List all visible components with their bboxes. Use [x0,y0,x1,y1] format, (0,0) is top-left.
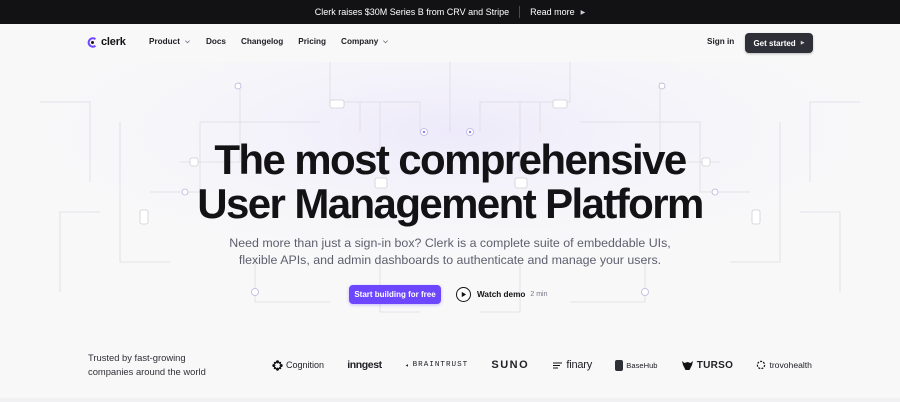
logo-text: BRAINTRUST [412,361,469,369]
clerk-logo[interactable]: clerk [87,36,126,48]
hero-subtitle-line: flexible APIs, and admin dashboards to a… [238,253,662,267]
hero-cta-row: Start building for free Watch demo 2 min [349,285,548,304]
hero-title-line: The most comprehensive [214,136,687,183]
get-started-label: Get started [753,38,796,48]
nav-label: Changelog [240,37,284,46]
logo-text: SUNO [491,359,530,371]
logo-turso: TURSO [681,360,734,371]
nav-item-product[interactable]: Product [149,37,191,46]
trusted-by-text: Trusted by fast-growing companies around… [88,351,228,379]
nav-label: Pricing [298,37,327,46]
get-started-button[interactable]: Get started ▶ [745,33,813,53]
logo-braintrust: ◂ BRAINTRUST [405,361,468,369]
logo-text: clerk [101,36,126,48]
trovohealth-icon [757,360,766,370]
hero-title: The most comprehensive User Management P… [0,138,900,226]
main-nav: Product Docs Changelog Pricing Company [149,37,404,46]
watch-demo-label: Watch demo [477,290,526,299]
cognition-icon [272,359,283,371]
announcement-bar: Clerk raises $30M Series B from CRV and … [0,0,900,24]
footer-divider [0,398,900,402]
logo-text: finary [566,359,593,371]
logo-trovohealth: trovohealth [756,360,812,370]
trusted-line: companies around the world [88,366,206,377]
announcement-message: Clerk raises $30M Series B from CRV and … [314,7,510,17]
logo-cognition: Cognition [272,359,325,371]
trusted-line: Trusted by fast-growing [88,352,186,363]
watch-demo-button[interactable]: Watch demo 2 min [456,287,548,302]
play-arrow-icon: ▶ [580,9,586,16]
logo-text: inngest [347,359,382,371]
nav-item-changelog[interactable]: Changelog [241,37,283,46]
customer-logos: Cognition inngest ◂ BRAINTRUST SUNO fina… [272,357,812,373]
logo-text: BaseHub [626,360,658,370]
chevron-down-icon [184,40,190,44]
logo-basehub: BaseHub [615,359,658,371]
announcement-divider [519,6,521,18]
start-building-button[interactable]: Start building for free [349,285,441,304]
site-header: clerk Product Docs Changelog Pricing Com… [0,24,900,62]
nav-label: Docs [205,37,226,46]
play-icon [456,287,471,302]
sign-in-link[interactable]: Sign in [707,37,734,46]
nav-label: Company [341,37,379,46]
hero-title-line: User Management Platform [197,180,704,227]
basehub-icon [615,359,624,371]
turso-icon [681,360,693,370]
read-more-link[interactable]: Read more ▶ [530,7,585,17]
finary-icon [553,362,563,369]
play-arrow-icon: ▶ [800,40,805,46]
logo-text: trovohealth [769,360,812,370]
clerk-logo-icon [87,36,97,48]
nav-item-pricing[interactable]: Pricing [298,37,326,46]
logo-suno: SUNO [491,359,529,371]
read-more-label: Read more [530,7,575,17]
watch-demo-duration: 2 min [530,291,548,298]
logo-text: Cognition [286,360,325,370]
braintrust-icon: ◂ [404,361,410,369]
logo-finary: finary [552,359,592,371]
nav-item-docs[interactable]: Docs [206,37,226,46]
logo-inngest: inngest [347,359,382,371]
nav-label: Product [149,37,180,46]
logo-text: TURSO [696,359,734,371]
hero-subtitle-line: Need more than just a sign-in box? Clerk… [229,236,671,250]
hero-subtitle: Need more than just a sign-in box? Clerk… [0,235,900,269]
nav-item-company[interactable]: Company [341,37,389,46]
chevron-down-icon [383,40,389,44]
